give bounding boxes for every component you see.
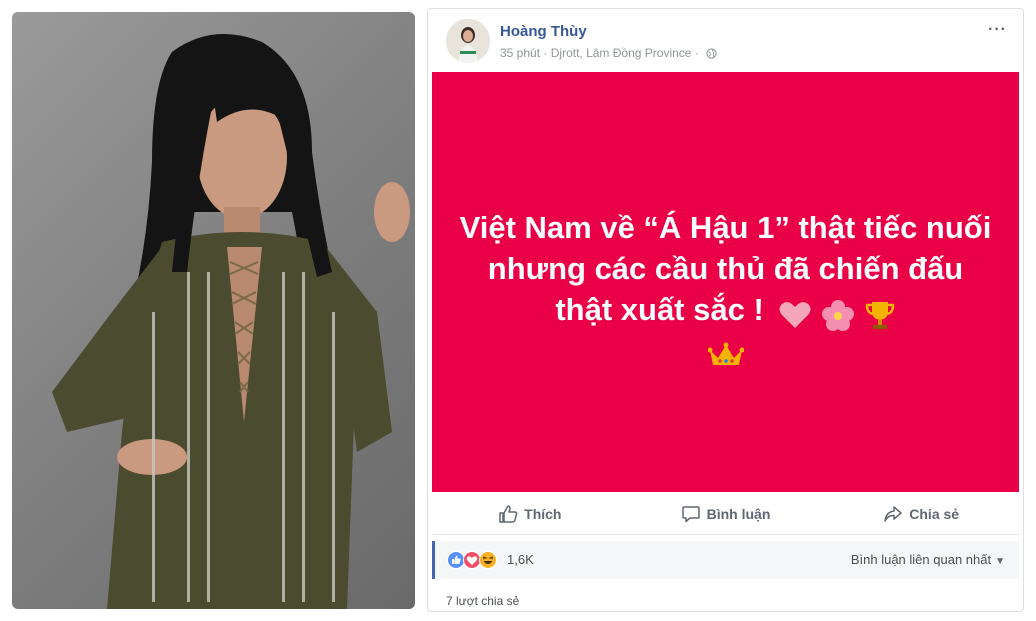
profile-photo	[12, 12, 415, 609]
love-icon	[463, 551, 481, 569]
post-header: Hoàng Thùy 35 phút · Djrott, Lâm Đồng Pr…	[446, 15, 1013, 69]
post-location[interactable]: Djrott, Lâm Đồng Province	[551, 46, 692, 60]
facebook-post: Hoàng Thùy 35 phút · Djrott, Lâm Đồng Pr…	[427, 8, 1024, 612]
haha-icon	[479, 551, 497, 569]
meta-separator-2: ·	[694, 46, 699, 60]
caret-down-icon: ▼	[995, 556, 1005, 567]
author-avatar[interactable]	[446, 19, 490, 63]
post-emojis	[778, 293, 895, 334]
comment-button[interactable]: Bình luận	[628, 494, 824, 534]
thumbs-up-icon	[499, 505, 518, 523]
share-label: Chia sẻ	[909, 506, 960, 522]
share-icon	[884, 506, 903, 522]
heart-emoji-icon	[779, 302, 811, 329]
reaction-count[interactable]: 1,6K	[507, 552, 534, 567]
flower-emoji-icon	[822, 300, 855, 332]
share-count[interactable]: 7 lượt chia sẻ	[446, 594, 519, 608]
more-options-icon[interactable]: ···	[988, 21, 1007, 39]
post-meta: 35 phút · Djrott, Lâm Đồng Province ·	[500, 46, 717, 60]
post-content: Việt Nam về “Á Hậu 1” thật tiếc nuối như…	[456, 207, 996, 368]
comment-label: Bình luận	[706, 506, 771, 522]
reactions-bar: 1,6K Bình luận liên quan nhất ▼	[432, 541, 1019, 579]
meta-separator: ·	[543, 46, 548, 60]
like-button[interactable]: Thích	[432, 494, 628, 534]
like-icon	[447, 551, 465, 569]
comment-icon	[681, 506, 700, 523]
reaction-icons[interactable]	[447, 551, 507, 569]
post-time[interactable]: 35 phút	[500, 46, 540, 60]
trophy-emoji-icon	[865, 302, 894, 330]
share-button[interactable]: Chia sẻ	[823, 494, 1019, 534]
comment-sort-label: Bình luận liên quan nhất	[850, 552, 992, 567]
globe-icon[interactable]	[706, 48, 717, 59]
post-text: Việt Nam về “Á Hậu 1” thật tiếc nuối như…	[459, 209, 992, 327]
crown-emoji-icon	[707, 342, 744, 365]
post-background: Việt Nam về “Á Hậu 1” thật tiếc nuối như…	[432, 72, 1019, 492]
photo-illustration	[52, 34, 410, 609]
author-name[interactable]: Hoàng Thùy	[500, 23, 587, 40]
post-actions: Thích Bình luận Chia sẻ	[432, 494, 1019, 535]
like-label: Thích	[524, 506, 562, 522]
comment-sort-dropdown[interactable]: Bình luận liên quan nhất ▼	[851, 552, 1005, 567]
